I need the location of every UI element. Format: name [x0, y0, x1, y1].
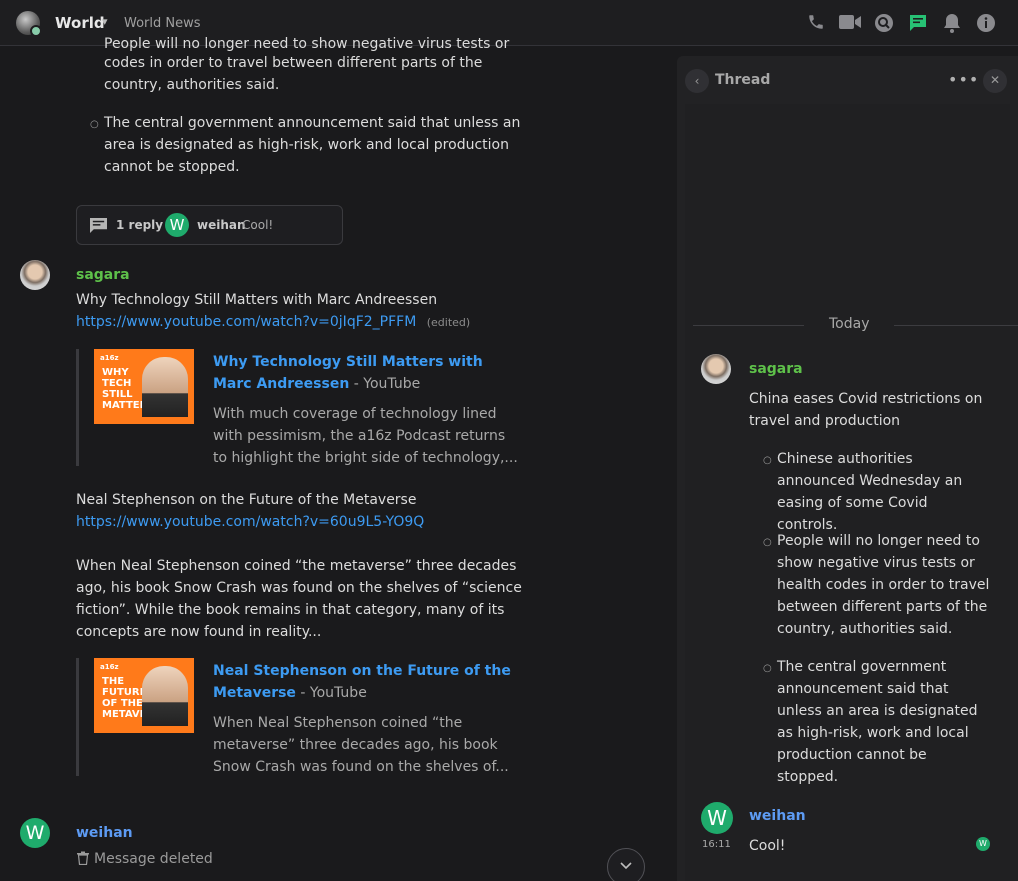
- message-bullet-text: Chinese authorities announced Wednesday …: [777, 451, 963, 533]
- thread-summary[interactable]: 1 reply W weihan Cool!: [76, 205, 343, 245]
- chevron-left-icon: ‹: [694, 74, 700, 88]
- message-author[interactable]: sagara: [749, 361, 803, 377]
- preview-thumbnail[interactable]: a16z THE FUTURE OF THE METAVERSE: [94, 658, 194, 733]
- voice-call-icon[interactable]: [806, 13, 826, 33]
- room-avatar[interactable]: [16, 11, 42, 37]
- trash-icon: [76, 850, 90, 872]
- message-author[interactable]: sagara: [76, 267, 130, 283]
- preview-description: When Neal Stephenson coined “the metaver…: [213, 715, 509, 775]
- avatar[interactable]: W: [701, 802, 733, 834]
- preview-title-text[interactable]: Why Technology Still Matters with Marc A…: [213, 354, 483, 392]
- bullet-icon: ○: [90, 119, 99, 130]
- message-text: Why Technology Still Matters with Marc A…: [76, 292, 438, 308]
- preview-title[interactable]: Why Technology Still Matters with Marc A…: [213, 351, 513, 395]
- close-button[interactable]: ✕: [983, 69, 1007, 93]
- avatar[interactable]: [701, 354, 731, 384]
- preview-title[interactable]: Neal Stephenson on the Future of the Met…: [213, 660, 513, 704]
- thumbnail-person: [142, 666, 188, 726]
- room-topic[interactable]: World News: [124, 16, 201, 31]
- search-icon[interactable]: [874, 13, 894, 33]
- notifications-icon[interactable]: [942, 13, 962, 33]
- deleted-text: Message deleted: [94, 851, 213, 867]
- date-separator: Today: [693, 314, 1018, 336]
- message-link-line: https://www.youtube.com/watch?v=0jIqF2_P…: [76, 311, 470, 334]
- message-text: Cool!: [749, 838, 786, 854]
- message-author[interactable]: weihan: [749, 808, 806, 824]
- preview-description: With much coverage of technology lined w…: [213, 406, 518, 466]
- reply-count: 1 reply: [116, 218, 164, 232]
- date-separator-label: Today: [829, 316, 870, 332]
- bullet-icon: ○: [763, 663, 772, 674]
- url-preview: a16z THE FUTURE OF THE METAVERSE Neal St…: [76, 658, 536, 776]
- jump-to-bottom-button[interactable]: [607, 848, 645, 881]
- bullet-icon: ○: [763, 537, 772, 548]
- thumbnail-logo: a16z: [100, 354, 119, 362]
- back-button[interactable]: ‹: [685, 69, 709, 93]
- avatar[interactable]: [20, 260, 50, 290]
- message-bullet-text: The central government announcement said…: [104, 115, 521, 175]
- avatar: W: [165, 213, 189, 237]
- thread-last-text: Cool!: [242, 218, 274, 232]
- message-link[interactable]: https://www.youtube.com/watch?v=60u9L5-Y…: [76, 511, 424, 533]
- thread-panel: ‹ Thread ••• ✕ Today sagara China eases …: [677, 56, 1018, 881]
- message-text: When Neal Stephenson coined “the metaver…: [76, 558, 522, 640]
- preview-source: - YouTube: [349, 376, 421, 392]
- chevron-down-icon[interactable]: ▾: [102, 15, 108, 28]
- edited-marker[interactable]: (edited): [427, 316, 470, 329]
- chevron-down-icon: [620, 859, 632, 874]
- bullet-icon: ○: [763, 455, 772, 466]
- preview-thumbnail[interactable]: a16z WHY TECH STILL MATTERS: [94, 349, 194, 424]
- separator-line: [894, 325, 1018, 326]
- avatar[interactable]: W: [20, 818, 50, 848]
- threads-icon[interactable]: [908, 13, 928, 33]
- thread-icon: [89, 217, 108, 238]
- thumbnail-logo: a16z: [100, 663, 119, 671]
- message-author[interactable]: weihan: [76, 825, 133, 841]
- video-call-icon[interactable]: [838, 13, 862, 33]
- message-timestamp[interactable]: 16:11: [702, 839, 731, 850]
- read-receipt-avatar[interactable]: W: [976, 837, 990, 851]
- message-bullet-text: codes in order to travel between differe…: [104, 55, 483, 93]
- room-info-icon[interactable]: [976, 13, 996, 33]
- message-text: China eases Covid restrictions on travel…: [749, 391, 983, 429]
- room-name[interactable]: World: [55, 14, 105, 32]
- thread-panel-title: Thread: [715, 72, 771, 88]
- separator-line: [693, 325, 804, 326]
- message-bullet-text: People will no longer need to show negat…: [777, 533, 990, 637]
- message-link[interactable]: https://www.youtube.com/watch?v=0jIqF2_P…: [76, 314, 416, 330]
- deleted-message: Message deleted: [76, 848, 213, 872]
- message-bullet-text: The central government announcement said…: [777, 659, 978, 785]
- timeline: People will no longer need to show negat…: [0, 36, 672, 881]
- close-icon: ✕: [989, 73, 1001, 87]
- preview-source: - YouTube: [295, 685, 367, 701]
- thumbnail-person: [142, 357, 188, 417]
- more-options-icon[interactable]: •••: [948, 69, 978, 91]
- thread-last-author: weihan: [197, 218, 246, 232]
- url-preview: a16z WHY TECH STILL MATTERS Why Technolo…: [76, 349, 536, 466]
- message-text: Neal Stephenson on the Future of the Met…: [76, 492, 417, 508]
